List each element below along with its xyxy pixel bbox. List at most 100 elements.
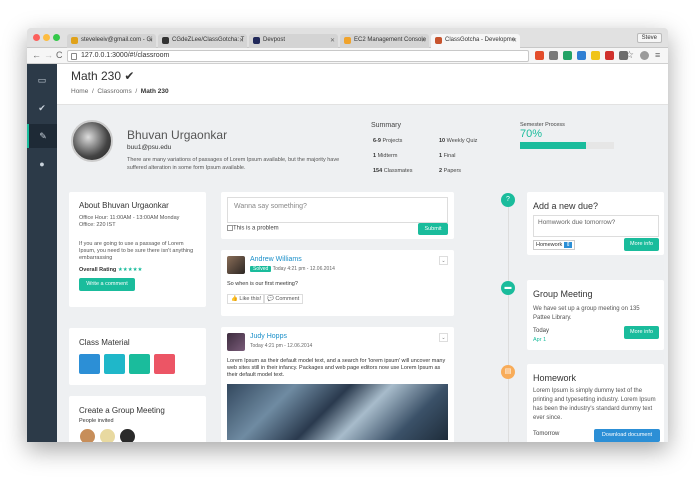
globe-extension-icon[interactable] xyxy=(640,51,649,60)
share-extension-icon[interactable] xyxy=(577,51,586,60)
check-extension-icon[interactable] xyxy=(591,51,600,60)
close-window-button[interactable] xyxy=(33,34,40,41)
reload-icon[interactable]: C xyxy=(56,50,63,60)
post-author[interactable]: Andrew Williams xyxy=(250,256,302,263)
back-icon[interactable]: ← xyxy=(32,50,41,60)
more-info-button[interactable]: More info xyxy=(624,326,659,339)
browser-tab[interactable]: steveleeiv@gmail.com - Gi ✕ xyxy=(67,34,156,48)
sidebar-item-classroom[interactable]: ✎ xyxy=(27,124,57,148)
invitee-avatar[interactable] xyxy=(79,428,96,442)
more-info-button[interactable]: More info xyxy=(624,238,659,251)
download-document-button[interactable]: Download document xyxy=(594,429,660,442)
author-avatar[interactable] xyxy=(227,333,245,351)
forward-icon[interactable]: → xyxy=(44,50,53,60)
tab-close-icon[interactable]: ✕ xyxy=(512,37,517,44)
toolbar: ← → C 127.0.0.1:3000/#!/classroom ☆ ≡ xyxy=(27,48,668,64)
summary-count: 6-9 xyxy=(373,138,381,144)
homework-text: Lorem Ipsum is simply dummy text of the … xyxy=(533,388,656,421)
post-body: Lorem Ipsum as their default model text,… xyxy=(227,358,446,378)
evernote-extension-icon[interactable] xyxy=(563,51,572,60)
author-avatar[interactable] xyxy=(227,256,245,274)
profile-button[interactable]: Steve xyxy=(636,33,662,43)
browser-tab[interactable]: CGdeZLee/ClassGotcha: T ✕ xyxy=(158,34,247,48)
summary-label: Final xyxy=(443,153,456,159)
summary-label: Midterm xyxy=(377,153,398,159)
breadcrumb-current: Math 230 xyxy=(140,88,169,95)
page-header: Math 230 ✔ Home / Classrooms / Math 230 xyxy=(57,64,668,105)
write-comment-button[interactable]: Write a comment xyxy=(79,278,135,291)
class-material-card: Class Material xyxy=(69,328,206,385)
comment-button[interactable]: 💬 Comment xyxy=(263,294,304,304)
chevron-down-icon[interactable]: ⌄ xyxy=(439,333,448,342)
classgotcha-favicon-icon xyxy=(435,37,442,44)
summary-count: 1 xyxy=(373,153,377,159)
tab-close-icon[interactable]: ✕ xyxy=(421,37,426,44)
browser-tab[interactable]: EC2 Management Console ✕ xyxy=(340,34,429,48)
summary-label: Weekly Quiz xyxy=(446,138,478,144)
due-input[interactable]: Homwwork due tomorrow? xyxy=(533,215,659,237)
page-title-text: Math 230 xyxy=(71,69,122,83)
summary-count: 1 xyxy=(439,153,443,159)
laptop-icon: ▭ xyxy=(37,75,47,85)
browser-tab[interactable]: Devpost ✕ xyxy=(249,34,338,48)
progress-fill xyxy=(520,142,586,149)
tab-close-icon[interactable]: ✕ xyxy=(148,37,153,44)
user-icon: ● xyxy=(39,159,45,169)
invitee-avatar[interactable] xyxy=(99,428,116,442)
document-icon: ▤ xyxy=(501,365,515,379)
like-button[interactable]: 👍 Like this! xyxy=(227,294,266,304)
group-meeting-date: Apr 1 xyxy=(533,337,547,343)
opera-extension-icon[interactable] xyxy=(535,51,544,60)
submit-button[interactable]: Submit xyxy=(418,223,448,235)
post-time: Today 4:21 pm - 12.06.2014 xyxy=(272,266,335,272)
zoom-window-button[interactable] xyxy=(53,34,60,41)
minimize-window-button[interactable] xyxy=(43,34,50,41)
breadcrumb-classrooms[interactable]: Classrooms xyxy=(97,88,131,95)
summary-label: Projects xyxy=(382,138,403,144)
like-label: Like this! xyxy=(239,296,262,302)
post-textarea[interactable]: Wanna say something? xyxy=(227,197,448,223)
post-card: Andrew Williams Solved Today 4:21 pm - 1… xyxy=(221,250,454,316)
professor-email[interactable]: buu1@psu.edu xyxy=(127,144,171,151)
edit-icon: ✎ xyxy=(39,131,47,141)
file-icon[interactable] xyxy=(79,354,100,374)
group-meeting-card: Group Meeting We have set up a group mee… xyxy=(527,280,664,350)
add-due-title: Add a new due? xyxy=(533,201,599,211)
summary-item: 1 Midterm xyxy=(373,153,397,159)
summary-item: 10 Weekly Quiz xyxy=(439,138,477,144)
breadcrumb-home[interactable]: Home xyxy=(71,88,88,95)
summary-label: Papers xyxy=(443,168,462,174)
sidebar-item-profile[interactable]: ● xyxy=(27,152,57,176)
file-image-icon[interactable] xyxy=(129,354,150,374)
red-extension-icon[interactable] xyxy=(605,51,614,60)
chevron-down-icon[interactable]: ⌄ xyxy=(439,256,448,265)
professor-name: Bhuvan Urgaonkar xyxy=(127,128,228,142)
tab-close-icon[interactable]: ✕ xyxy=(330,37,335,44)
file-pdf-icon[interactable] xyxy=(154,354,175,374)
post-image[interactable] xyxy=(227,384,448,440)
sidebar-item-tasks[interactable]: ✔ xyxy=(27,96,57,120)
save-extension-icon[interactable] xyxy=(549,51,558,60)
tab-close-icon[interactable]: ✕ xyxy=(239,37,244,44)
address-bar[interactable]: 127.0.0.1:3000/#!/classroom xyxy=(67,50,529,62)
invitee-avatar[interactable] xyxy=(119,428,136,442)
about-card: About Bhuvan Urgaonkar Office Hour: 11:0… xyxy=(69,192,206,307)
timeline-line xyxy=(508,202,509,442)
problem-checkbox[interactable]: This is a problem xyxy=(227,225,279,232)
about-text: If you are going to use a passage of Lor… xyxy=(79,241,194,261)
browser-tab-active[interactable]: ClassGotcha - Developme ✕ xyxy=(431,34,520,48)
page-icon xyxy=(71,53,77,60)
group-meeting-title: Group Meeting xyxy=(533,289,593,299)
question-icon: ? xyxy=(501,193,515,207)
tab-label: EC2 Management Console xyxy=(354,37,427,43)
star-icon[interactable]: ☆ xyxy=(625,50,634,61)
page-title: Math 230 ✔ xyxy=(71,69,134,83)
menu-icon[interactable]: ≡ xyxy=(655,50,660,60)
homework-title: Homework xyxy=(533,373,577,383)
sidebar-item-dashboard[interactable]: ▭ xyxy=(27,68,57,92)
file-text-icon[interactable] xyxy=(104,354,125,374)
post-card: Judy Hopps Today 4:21 pm - 12.06.2014 ⌄ … xyxy=(221,327,454,442)
post-author[interactable]: Judy Hopps xyxy=(250,333,287,340)
thumbs-up-icon: 👍 xyxy=(231,296,238,302)
due-type-select[interactable]: Homework ⇕ xyxy=(533,240,576,250)
